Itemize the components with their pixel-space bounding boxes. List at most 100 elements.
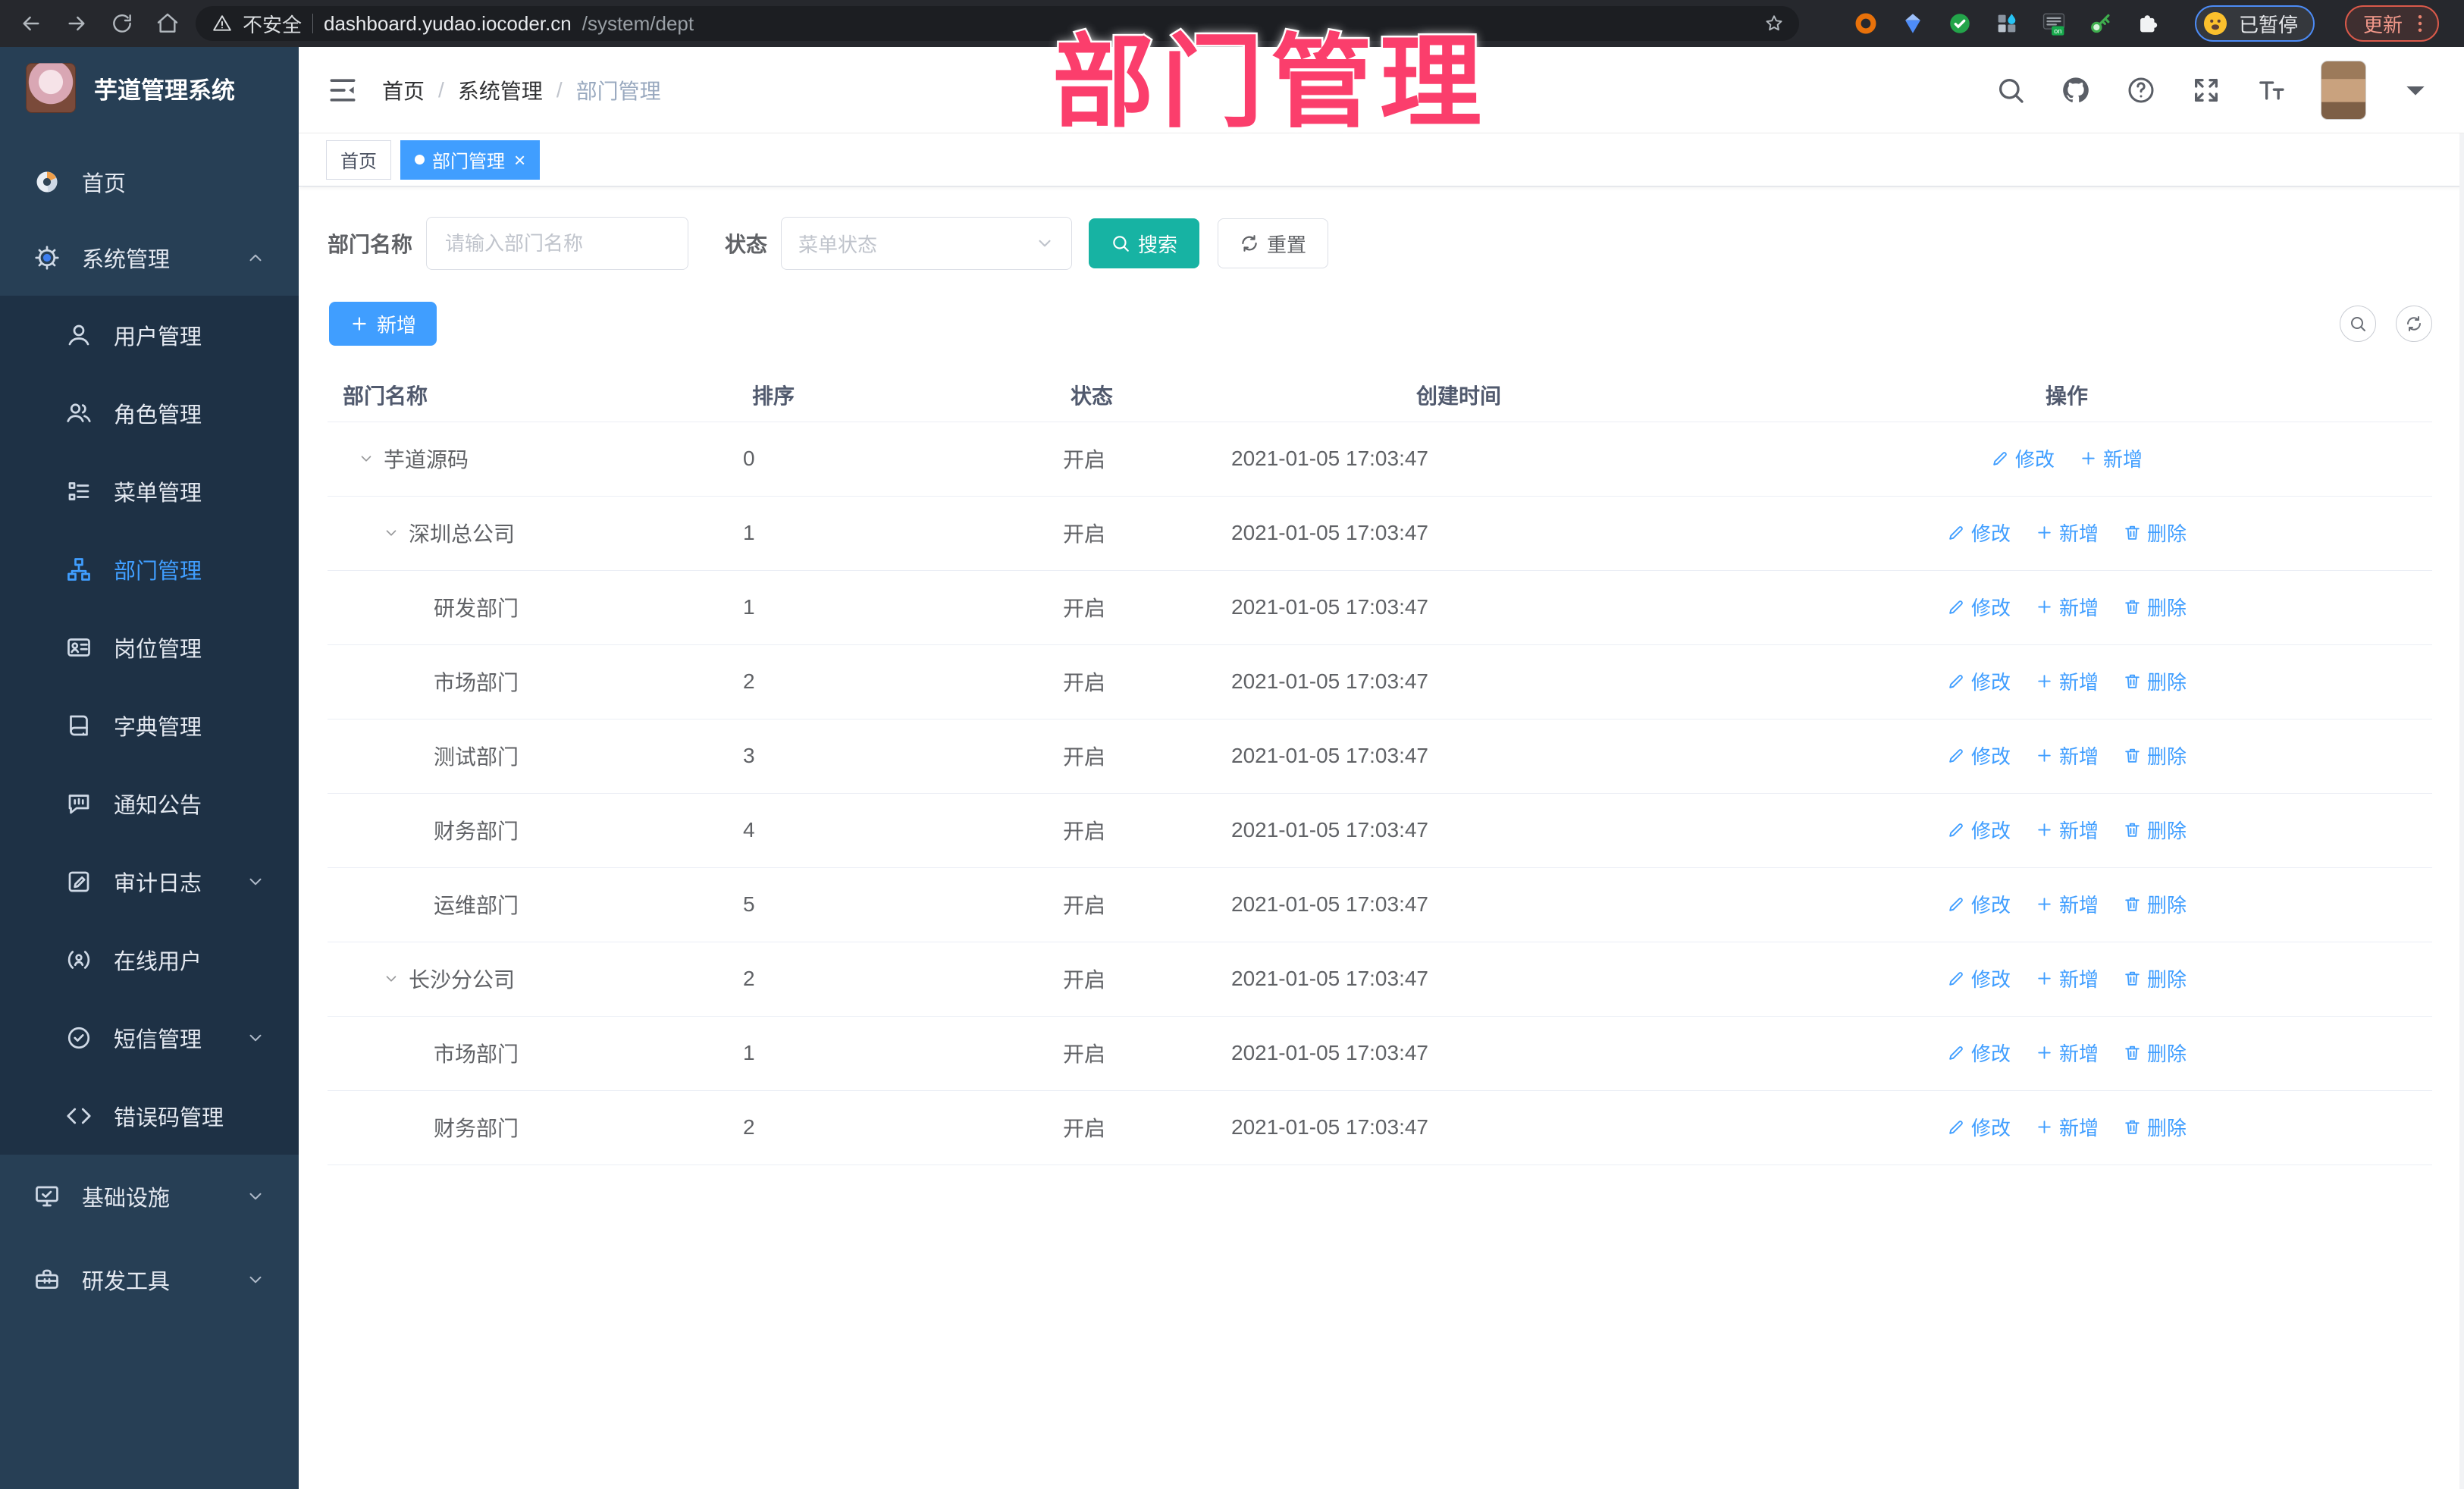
font-size-icon[interactable] [2256, 75, 2287, 105]
row-action-delete[interactable]: 删除 [2123, 519, 2187, 547]
row-action-add[interactable]: 新增 [2035, 1039, 2099, 1067]
row-action-delete[interactable]: 删除 [2123, 593, 2187, 621]
row-action-modify[interactable]: 修改 [1947, 667, 2011, 695]
chevron-up-icon[interactable] [246, 248, 265, 268]
chevron-down-icon[interactable] [246, 1028, 265, 1048]
row-actions: 修改 新增 删除 [1701, 1016, 2432, 1091]
extension-grid-icon[interactable] [1993, 10, 2020, 37]
sidebar-item-error-code[interactable]: 错误码管理 [0, 1077, 299, 1155]
row-action-delete[interactable]: 删除 [2123, 964, 2187, 992]
dept-status: 开启 [1055, 1016, 1216, 1091]
browser-forward-button[interactable] [59, 6, 94, 41]
sidebar-item-infrastructure[interactable]: 基础设施 [0, 1155, 299, 1238]
sidebar-item-announcement[interactable]: 通知公告 [0, 764, 299, 842]
browser-home-button[interactable] [150, 6, 185, 41]
sidebar-item-dict-book[interactable]: 字典管理 [0, 686, 299, 764]
dept-name-input[interactable] [426, 217, 689, 270]
chevron-down-icon[interactable] [246, 1186, 265, 1206]
add-button[interactable]: 新增 [329, 302, 437, 346]
tab-active[interactable]: 部门管理 × [400, 139, 541, 180]
extension-puzzle-icon[interactable] [2134, 10, 2161, 37]
sidebar-item-id-card[interactable]: 岗位管理 [0, 608, 299, 686]
row-action-modify[interactable]: 修改 [1947, 519, 2011, 547]
row-action-delete[interactable]: 删除 [2123, 1039, 2187, 1067]
tree-expand-icon[interactable] [383, 525, 409, 541]
sidebar-item-menu-tree[interactable]: 菜单管理 [0, 452, 299, 530]
row-action-delete[interactable]: 删除 [2123, 1113, 2187, 1141]
column-header: 状态 [1055, 368, 1216, 422]
browser-profile-chip[interactable]: 已暂停 [2195, 5, 2315, 42]
tab-close-icon[interactable]: × [514, 150, 525, 170]
search-icon[interactable] [1995, 75, 2026, 105]
row-action-delete[interactable]: 删除 [2123, 890, 2187, 918]
sidebar-item-dashboard[interactable]: 首页 [0, 144, 299, 220]
row-action-add[interactable]: 新增 [2035, 890, 2099, 918]
row-action-modify[interactable]: 修改 [1947, 1039, 2011, 1067]
scrollbar[interactable] [2459, 133, 2464, 1489]
row-action-add[interactable]: 新增 [2035, 816, 2099, 844]
column-header: 部门名称 [328, 368, 737, 422]
row-action-add[interactable]: 新增 [2035, 667, 2099, 695]
extension-list-on-icon[interactable]: on [2040, 10, 2067, 37]
row-action-add[interactable]: 新增 [2035, 964, 2099, 992]
breadcrumb-item[interactable]: 首页 [382, 75, 425, 105]
browser-update-button[interactable]: 更新 [2345, 5, 2440, 42]
sidebar-item-audit-log[interactable]: 审计日志 [0, 842, 299, 920]
sidebar-item-sms[interactable]: 短信管理 [0, 998, 299, 1077]
bookmark-star-icon[interactable] [1764, 14, 1784, 33]
github-icon[interactable] [2061, 75, 2091, 105]
show-search-toggle-button[interactable] [2340, 306, 2376, 342]
fullscreen-icon[interactable] [2191, 75, 2221, 105]
browser-reload-button[interactable] [105, 6, 140, 41]
kebab-menu-icon[interactable] [2409, 12, 2431, 35]
reset-button[interactable]: 重置 [1218, 218, 1329, 268]
row-action-add[interactable]: 新增 [2079, 444, 2143, 472]
extension-orange-icon[interactable] [1852, 10, 1879, 37]
sidebar-item-user[interactable]: 用户管理 [0, 296, 299, 374]
sidebar-item-dev-tools[interactable]: 研发工具 [0, 1238, 299, 1321]
security-label[interactable]: 不安全 [243, 10, 302, 38]
tree-expand-icon[interactable] [383, 970, 409, 987]
dept-status: 开启 [1055, 793, 1216, 868]
row-action-delete[interactable]: 删除 [2123, 741, 2187, 770]
row-action-add[interactable]: 新增 [2035, 519, 2099, 547]
row-action-modify[interactable]: 修改 [1947, 1113, 2011, 1141]
user-avatar[interactable] [2321, 61, 2365, 119]
row-action-add[interactable]: 新增 [2035, 593, 2099, 621]
extension-key-icon[interactable] [2087, 10, 2114, 37]
sidebar-item-org-tree[interactable]: 部门管理 [0, 530, 299, 608]
dashboard-icon [33, 168, 61, 196]
sidebar-collapse-icon[interactable] [326, 74, 359, 107]
row-action-delete[interactable]: 删除 [2123, 667, 2187, 695]
tab-item[interactable]: 首页 [326, 139, 391, 180]
action-label: 新增 [2058, 522, 2099, 545]
row-action-modify[interactable]: 修改 [1991, 444, 2055, 472]
tree-expand-icon[interactable] [358, 450, 384, 467]
row-action-modify[interactable]: 修改 [1947, 593, 2011, 621]
app-logo-row[interactable]: 芋道管理系统 [0, 47, 299, 129]
row-action-modify[interactable]: 修改 [1947, 741, 2011, 770]
row-action-add[interactable]: 新增 [2035, 741, 2099, 770]
refresh-table-button[interactable] [2396, 306, 2432, 342]
dept-sort: 2 [737, 1090, 1055, 1165]
extension-gem-icon[interactable] [1899, 10, 1926, 37]
row-action-modify[interactable]: 修改 [1947, 890, 2011, 918]
chevron-down-icon[interactable] [246, 1270, 265, 1290]
sidebar-item-users[interactable]: 角色管理 [0, 374, 299, 452]
row-action-add[interactable]: 新增 [2035, 1113, 2099, 1141]
browser-back-button[interactable] [14, 6, 49, 41]
sidebar-menu: 首页 系统管理 用户管理 角色管理 菜单管理 部门管理 岗位管理 字典管理 通知公告 审计日志 在线… [0, 144, 299, 1321]
sidebar-item-gear[interactable]: 系统管理 [0, 220, 299, 296]
help-icon[interactable] [2126, 75, 2156, 105]
address-bar[interactable]: 不安全 dashboard.yudao.iocoder.cn/system/de… [196, 6, 1799, 41]
extension-green-check-icon[interactable] [1946, 10, 1973, 37]
row-action-modify[interactable]: 修改 [1947, 816, 2011, 844]
row-action-delete[interactable]: 删除 [2123, 816, 2187, 844]
search-button[interactable]: 搜索 [1089, 218, 1200, 268]
row-action-modify[interactable]: 修改 [1947, 964, 2011, 992]
breadcrumb-item[interactable]: 系统管理 [458, 75, 543, 105]
chevron-down-icon[interactable] [2400, 75, 2431, 105]
sidebar-item-online-user[interactable]: 在线用户 [0, 920, 299, 998]
chevron-down-icon[interactable] [246, 872, 265, 892]
status-select[interactable]: 菜单状态 [781, 217, 1073, 270]
